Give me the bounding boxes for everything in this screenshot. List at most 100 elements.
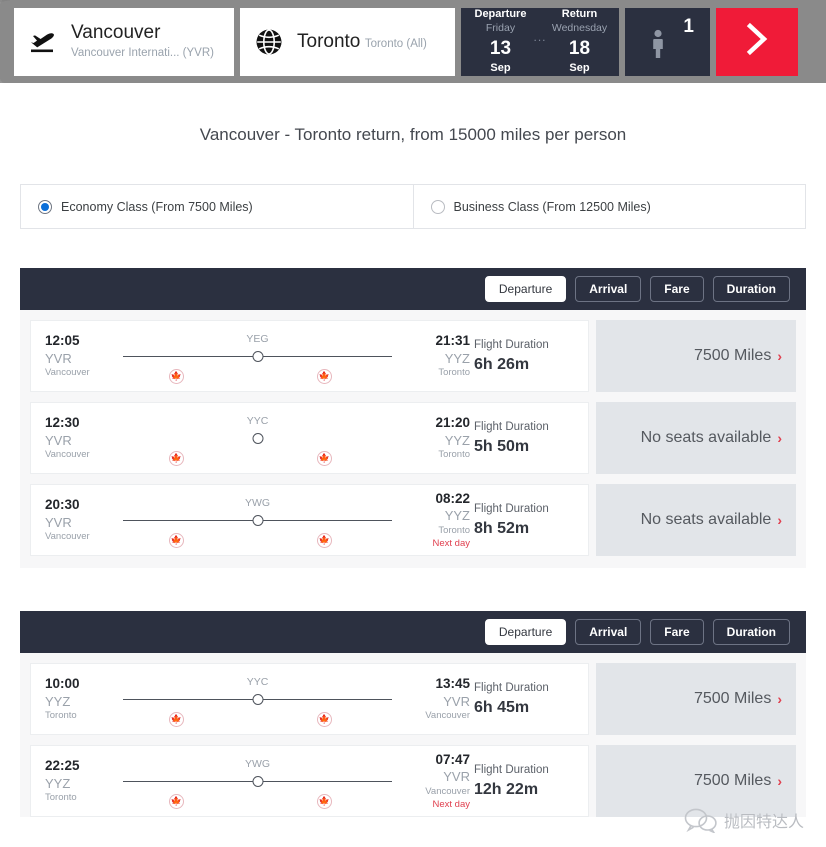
inbound-sort-fare[interactable]: Fare	[650, 618, 704, 646]
departure-city: Vancouver	[45, 449, 90, 461]
departure-day-number: 13	[489, 37, 512, 59]
departure-code: YYZ	[45, 693, 71, 709]
departure-time: 20:30	[45, 497, 80, 513]
maple-leaf-icon: 🍁	[170, 535, 182, 545]
departure-endpoint: 10:00 YYZ Toronto	[45, 675, 117, 723]
air-canada-logo-icon: 🍁	[316, 712, 332, 727]
maple-leaf-icon: 🍁	[170, 796, 182, 806]
inbound-sort-departure[interactable]: Departure	[484, 618, 567, 646]
return-weekday: Wednesday	[551, 22, 608, 35]
air-canada-logo-icon: 🍁	[316, 794, 332, 809]
air-canada-logo-icon: 🍁	[168, 712, 184, 727]
destination-city-text: Toronto Toronto (All)	[297, 31, 427, 53]
origin-airport-sub: Vancouver Internati... (YVR)	[71, 47, 214, 60]
inbound-sort-bar: Departure Arrival Fare Duration	[20, 611, 806, 653]
arrival-city: Toronto	[438, 449, 470, 461]
page-title: Vancouver - Toronto return, from 15000 m…	[199, 125, 627, 144]
cabin-option-economy[interactable]: Economy Class (From 7500 Miles)	[21, 185, 413, 228]
chevron-right-icon: ›	[777, 430, 782, 446]
outbound-sort-fare[interactable]: Fare	[650, 275, 704, 303]
globe-icon	[254, 27, 284, 57]
departure-time: 12:05	[45, 333, 80, 349]
maple-leaf-icon: 🍁	[318, 371, 330, 381]
destination-city-card[interactable]: Toronto Toronto (All)	[240, 7, 455, 76]
flight-row: 10:00 YYZ Toronto YYC 🍁 🍁 13:45 YVR Vanc…	[30, 663, 796, 735]
inbound-sort-duration[interactable]: Duration	[712, 618, 790, 646]
origin-city-text: Vancouver Vancouver Internati... (YVR)	[71, 22, 220, 62]
price-panel[interactable]: No seats available ›	[596, 402, 796, 474]
stop-dot	[252, 694, 263, 705]
duration-value: 8h 52m	[474, 519, 530, 537]
cabin-option-business[interactable]: Business Class (From 12500 Miles)	[412, 185, 806, 228]
flight-row: 12:05 YVR Vancouver YEG 🍁 🍁 21:31 YYZ To…	[30, 320, 796, 392]
departure-date-block[interactable]: Departure Friday 13 Sep	[469, 7, 531, 75]
air-canada-logo-icon: 🍁	[168, 369, 184, 384]
duration-block: Flight Duration 5h 50m	[470, 419, 574, 457]
duration-value: 6h 26m	[474, 355, 530, 373]
stop-dot	[252, 776, 263, 787]
date-range-card[interactable]: Departure Friday 13 Sep ... Return Wedne…	[461, 7, 619, 76]
page-root: Vancouver Vancouver Internati... (YVR) T…	[0, 0, 826, 847]
price-text: 7500 Miles	[693, 347, 772, 364]
outbound-sort-bar: Departure Arrival Fare Duration	[20, 268, 806, 310]
price-panel[interactable]: 7500 Miles ›	[596, 745, 796, 817]
return-month: Sep	[569, 62, 590, 75]
inbound-flight-list: 10:00 YYZ Toronto YYC 🍁 🍁 13:45 YVR Vanc…	[20, 653, 806, 817]
origin-city-card[interactable]: Vancouver Vancouver Internati... (YVR)	[14, 7, 234, 76]
air-canada-logo-icon: 🍁	[168, 533, 184, 548]
radio-economy[interactable]	[38, 199, 52, 214]
duration-label: Flight Duration	[474, 420, 549, 433]
duration-value: 12h 22m	[474, 780, 539, 798]
stop-dot	[252, 515, 263, 526]
duration-label: Flight Duration	[474, 502, 549, 515]
maple-leaf-icon: 🍁	[318, 453, 330, 463]
price-text: No seats available	[640, 511, 772, 528]
duration-value: 5h 50m	[474, 437, 530, 455]
search-submit-button[interactable]	[716, 7, 798, 76]
arrival-code: YVR	[443, 693, 470, 709]
flight-row: 12:30 YVR Vancouver YYC 🍁 🍁 21:20 YYZ To…	[30, 402, 796, 474]
next-day-badge: Next day	[432, 537, 471, 549]
person-icon	[651, 29, 665, 64]
arrival-endpoint: 07:47 YVR Vancouver Next day	[398, 751, 470, 812]
next-day-badge: Next day	[432, 798, 471, 810]
return-date-block[interactable]: Return Wednesday 18 Sep	[549, 7, 611, 75]
departure-city: Vancouver	[45, 367, 90, 379]
departure-city: Toronto	[45, 710, 77, 722]
outbound-sort-duration[interactable]: Duration	[712, 275, 790, 303]
itinerary: 10:00 YYZ Toronto YYC 🍁 🍁 13:45 YVR Vanc…	[30, 663, 589, 735]
route-graphic: YEG 🍁 🍁	[123, 325, 392, 387]
duration-label: Flight Duration	[474, 681, 549, 694]
arrival-city: Vancouver	[425, 710, 470, 722]
date-separator: ...	[533, 29, 547, 44]
arrival-time: 21:31	[435, 333, 470, 349]
arrival-code: YVR	[443, 769, 470, 785]
departure-code: YYZ	[45, 775, 71, 791]
price-panel[interactable]: No seats available ›	[596, 484, 796, 556]
departure-code: YVR	[45, 514, 72, 530]
price-text: No seats available	[640, 429, 772, 446]
departure-weekday: Friday	[485, 22, 516, 35]
price-panel[interactable]: 7500 Miles ›	[596, 663, 796, 735]
arrival-city: Toronto	[438, 524, 470, 536]
duration-label: Flight Duration	[474, 338, 549, 351]
return-label: Return	[561, 8, 598, 21]
arrival-city: Toronto	[438, 367, 470, 379]
arrival-endpoint: 21:31 YYZ Toronto	[398, 332, 470, 380]
price-text: 7500 Miles	[693, 772, 772, 789]
price-panel[interactable]: 7500 Miles ›	[596, 320, 796, 392]
arrival-time: 08:22	[435, 490, 470, 506]
passenger-selector[interactable]: 1	[625, 7, 710, 76]
stop-dot	[252, 433, 263, 444]
arrival-endpoint: 08:22 YYZ Toronto Next day	[398, 490, 471, 551]
radio-business[interactable]	[430, 199, 445, 214]
itinerary: 12:05 YVR Vancouver YEG 🍁 🍁 21:31 YYZ To…	[30, 320, 589, 392]
departure-endpoint: 12:30 YVR Vancouver	[45, 414, 117, 462]
outbound-sort-departure[interactable]: Departure	[484, 275, 567, 303]
inbound-sort-arrival[interactable]: Arrival	[575, 618, 642, 646]
destination-airport-sub: Toronto (All)	[364, 37, 427, 50]
origin-city-name: Vancouver	[71, 21, 161, 43]
plane-takeoff-icon	[28, 29, 58, 55]
destination-city-name: Toronto	[297, 30, 361, 52]
outbound-sort-arrival[interactable]: Arrival	[575, 275, 642, 303]
